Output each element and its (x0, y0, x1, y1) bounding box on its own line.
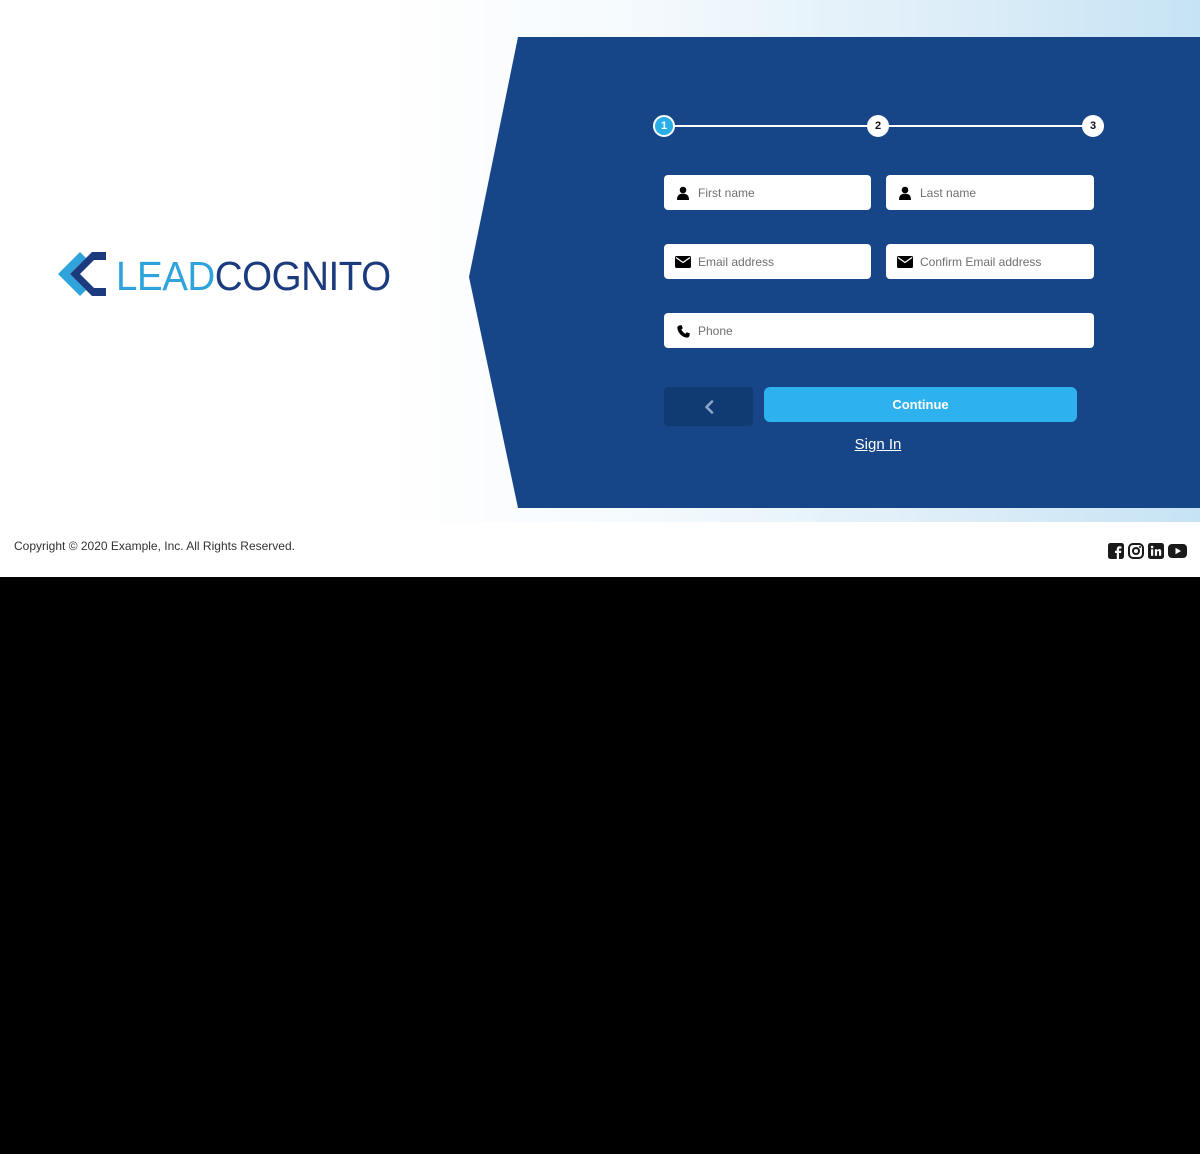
phone-input[interactable] (698, 313, 1086, 348)
envelope-icon (896, 253, 914, 271)
instagram-icon[interactable] (1127, 542, 1144, 559)
sign-in-link[interactable]: Sign In (828, 436, 928, 453)
logo-wordmark: LEADCOGNITO (116, 254, 391, 298)
last-name-field[interactable] (886, 175, 1094, 210)
user-icon (674, 184, 692, 202)
linkedin-icon[interactable] (1147, 542, 1164, 559)
confirm-email-field[interactable] (886, 244, 1094, 279)
confirm-email-input[interactable] (920, 244, 1086, 279)
envelope-icon (674, 253, 692, 271)
last-name-input[interactable] (920, 175, 1086, 210)
logo-mark-icon (58, 252, 106, 296)
logo-text-lead: LEAD (116, 253, 215, 299)
phone-icon (674, 322, 692, 340)
stepper-line-2 (889, 125, 1083, 127)
step-1: 1 (653, 115, 675, 137)
progress-stepper: 1 2 3 (653, 115, 1104, 137)
email-input[interactable] (698, 244, 863, 279)
back-button[interactable] (664, 387, 753, 426)
step-2: 2 (867, 115, 889, 137)
first-name-field[interactable] (664, 175, 871, 210)
signup-page: LEADCOGNITO 1 2 3 First name Last name E… (0, 0, 1200, 577)
user-icon (896, 184, 914, 202)
first-name-input[interactable] (698, 175, 863, 210)
logo-text-cognito: COGNITO (214, 253, 391, 299)
youtube-icon[interactable] (1167, 542, 1187, 559)
copyright-text: Copyright © 2020 Example, Inc. All Right… (14, 539, 295, 553)
email-field[interactable] (664, 244, 871, 279)
leadcognito-logo: LEADCOGNITO (56, 250, 396, 302)
phone-field[interactable] (664, 313, 1094, 348)
continue-button[interactable]: Continue (764, 387, 1077, 422)
stepper-line-1 (675, 125, 869, 127)
facebook-icon[interactable] (1107, 542, 1124, 559)
chevron-left-icon (704, 399, 713, 414)
step-3: 3 (1082, 115, 1104, 137)
